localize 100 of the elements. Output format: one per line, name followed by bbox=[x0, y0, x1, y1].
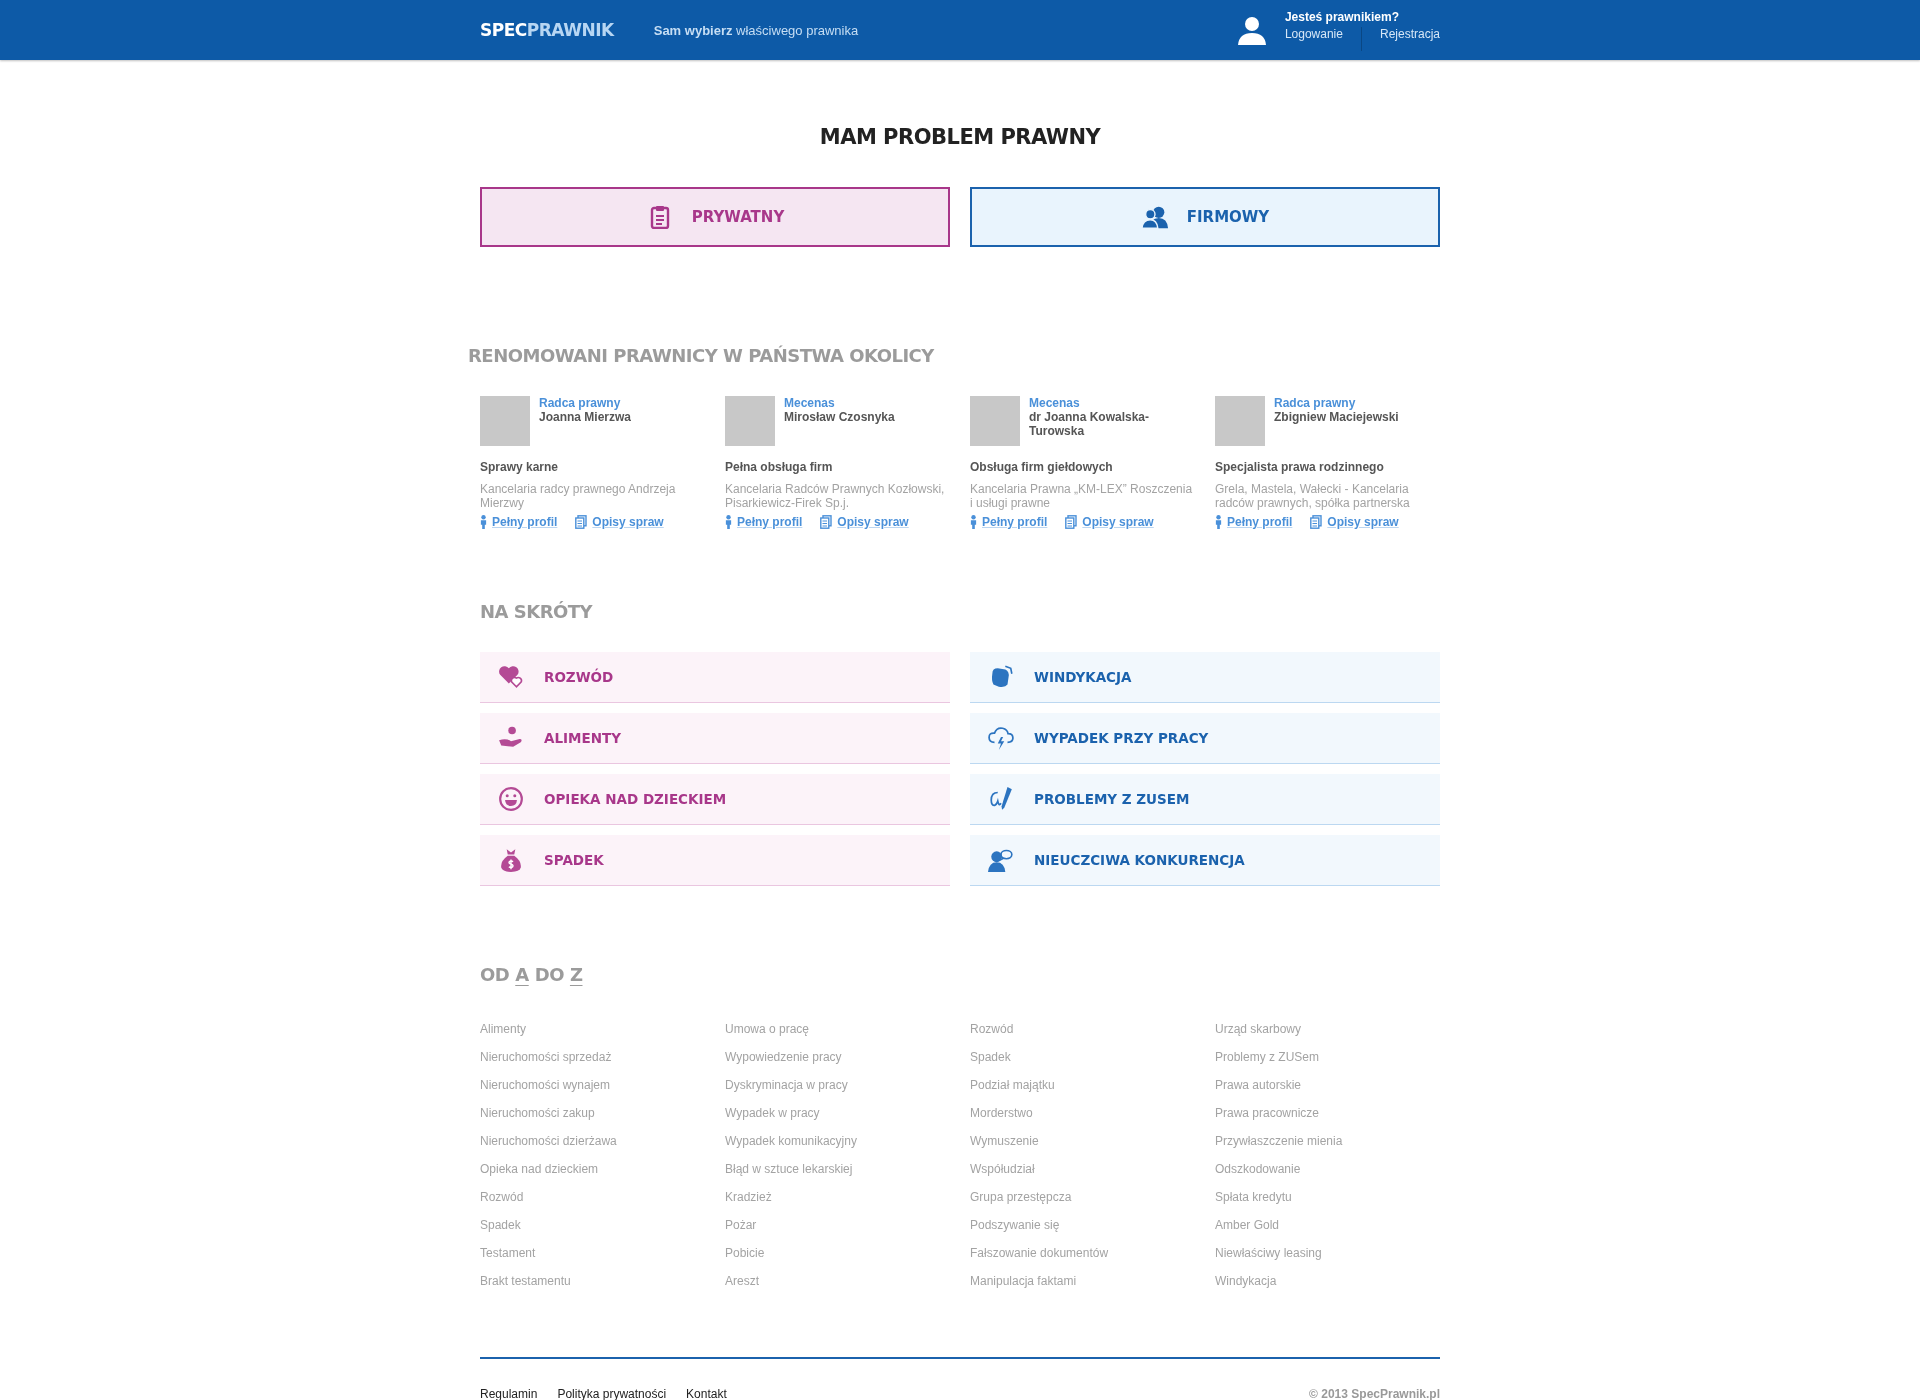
topic-link[interactable]: Testament bbox=[480, 1239, 725, 1267]
topic-link[interactable]: Kradzież bbox=[725, 1183, 970, 1211]
topic-link[interactable]: Spłata kredytu bbox=[1215, 1183, 1460, 1211]
shortcut-item[interactable]: OPIEKA NAD DZIECKIEM bbox=[480, 774, 950, 825]
heading-word: A bbox=[515, 964, 529, 985]
topic-link[interactable]: Rozwód bbox=[970, 1015, 1215, 1043]
tagline: Sam wybierz właściwego prawnika bbox=[653, 22, 859, 38]
lawyer-title: Radca prawny bbox=[1274, 396, 1357, 410]
topic-link[interactable]: Nieruchomości zakup bbox=[480, 1099, 725, 1127]
topic-link[interactable]: Nieruchomości sprzedaż bbox=[480, 1043, 725, 1071]
topic-link[interactable]: Fałszowanie dokumentów bbox=[970, 1239, 1215, 1267]
logo[interactable]: SPECPRAWNIK bbox=[480, 20, 614, 40]
footer-link[interactable]: Polityka prywatności bbox=[557, 1387, 667, 1400]
shortcut-item[interactable]: ALIMENTY bbox=[480, 713, 950, 764]
topic-link[interactable]: Prawa pracownicze bbox=[1215, 1099, 1460, 1127]
section-heading: NA SKRÓTY bbox=[480, 601, 594, 622]
topic-link[interactable]: Spadek bbox=[970, 1043, 1215, 1071]
shortcut-item[interactable]: WYPADEK PRZY PRACY bbox=[970, 713, 1440, 764]
topic-link[interactable]: Nieruchomości wynajem bbox=[480, 1071, 725, 1099]
lawyer-name: Zbigniew Maciejewski bbox=[1274, 410, 1399, 424]
topic-link[interactable]: Odszkodowanie bbox=[1215, 1155, 1460, 1183]
law-firm-name: Kancelaria Prawna „KM-LEX” Roszczenia i usługi prawne bbox=[970, 482, 1194, 510]
smiley-icon bbox=[498, 786, 524, 812]
topic-link[interactable]: Amber Gold bbox=[1215, 1211, 1460, 1239]
photo-placeholder bbox=[725, 396, 775, 446]
heading-word: Z bbox=[569, 964, 583, 985]
lawyer-name: dr Joanna Kowalska-Turowska bbox=[1029, 410, 1151, 438]
cases-link[interactable]: Opisy spraw bbox=[1082, 515, 1154, 529]
topic-link[interactable]: Spadek bbox=[480, 1211, 725, 1239]
people-icon bbox=[1140, 205, 1169, 229]
topic-link[interactable]: Urząd skarbowy bbox=[1215, 1015, 1460, 1043]
profile-link[interactable]: Pełny profil bbox=[737, 515, 803, 529]
hearts-icon bbox=[498, 664, 524, 690]
topic-link[interactable]: Wymuszenie bbox=[970, 1127, 1215, 1155]
topic-link[interactable]: Areszt bbox=[725, 1267, 970, 1295]
lawyer-name: Joanna Mierzwa bbox=[539, 410, 632, 424]
topic-link[interactable]: Opieka nad dzieckiem bbox=[480, 1155, 725, 1183]
pen-signature-icon bbox=[988, 786, 1014, 812]
topic-link[interactable]: Podszywanie się bbox=[970, 1211, 1215, 1239]
profile-link[interactable]: Pełny profil bbox=[492, 515, 558, 529]
person-speech-icon bbox=[988, 847, 1014, 873]
account-link[interactable]: Logowanie bbox=[1284, 26, 1343, 51]
topic-link[interactable]: Grupa przestępcza bbox=[970, 1183, 1215, 1211]
topic-link[interactable]: Wypowiedzenie pracy bbox=[725, 1043, 970, 1071]
footer-link[interactable]: Kontakt bbox=[686, 1387, 727, 1400]
topic-link[interactable]: Windykacja bbox=[1215, 1267, 1460, 1295]
topic-link[interactable]: Niewłaściwy leasing bbox=[1215, 1239, 1460, 1267]
topic-link[interactable]: Nieruchomości dzierżawa bbox=[480, 1127, 725, 1155]
lawyer-title: Mecenas bbox=[1029, 396, 1081, 410]
topic-link[interactable]: Wypadek w pracy bbox=[725, 1099, 970, 1127]
cases-link[interactable]: Opisy spraw bbox=[837, 515, 909, 529]
category-button[interactable]: PRYWATNY bbox=[480, 187, 950, 247]
photo-placeholder bbox=[970, 396, 1020, 446]
person-icon bbox=[480, 515, 487, 529]
footer-link[interactable]: Regulamin bbox=[480, 1387, 538, 1400]
user-icon bbox=[1236, 15, 1267, 45]
shortcut-item[interactable]: SPADEK bbox=[480, 835, 950, 886]
page-title: MAM PROBLEM PRAWNY bbox=[818, 125, 1102, 149]
topic-link[interactable]: Podział majątku bbox=[970, 1071, 1215, 1099]
topic-link[interactable]: Pobicie bbox=[725, 1239, 970, 1267]
document-icon bbox=[1065, 515, 1078, 529]
law-firm-name: Grela, Mastela, Wałecki - Kancelaria radców prawnych, spółka partnerska bbox=[1215, 482, 1411, 510]
category-button[interactable]: FIRMOWY bbox=[970, 187, 1440, 247]
section-heading: RENOMOWANI PRAWNICY W PAŃSTWA OKOLICY bbox=[468, 345, 935, 366]
topic-link[interactable]: Rozwód bbox=[480, 1183, 725, 1211]
profile-link[interactable]: Pełny profil bbox=[1227, 515, 1293, 529]
topic-link[interactable]: Prawa autorskie bbox=[1215, 1071, 1460, 1099]
heading-word: OD bbox=[480, 964, 510, 985]
shortcut-item[interactable]: WINDYKACJA bbox=[970, 652, 1440, 703]
lawyer-specialty: Obsługa firm giełdowych bbox=[970, 460, 1114, 474]
shortcut-item[interactable]: ROZWÓD bbox=[480, 652, 950, 703]
topic-link[interactable]: Przywłaszczenie mienia bbox=[1215, 1127, 1460, 1155]
topic-link[interactable]: Pożar bbox=[725, 1211, 970, 1239]
shortcut-item[interactable]: NIEUCZCIWA KONKURENCJA bbox=[970, 835, 1440, 886]
shortcut-item[interactable]: PROBLEMY Z ZUSEM bbox=[970, 774, 1440, 825]
person-icon bbox=[970, 515, 977, 529]
topic-link[interactable]: Problemy z ZUSem bbox=[1215, 1043, 1460, 1071]
topic-link[interactable]: Morderstwo bbox=[970, 1099, 1215, 1127]
profile-link[interactable]: Pełny profil bbox=[982, 515, 1048, 529]
copyright: © 2013 SpecPrawnik.pl bbox=[1309, 1387, 1440, 1400]
topic-link[interactable]: Manipulacja faktami bbox=[970, 1267, 1215, 1295]
law-firm-name: Kancelaria radcy prawnego Andrzeja Mierzwy bbox=[480, 482, 677, 510]
lawyer-title: Mecenas bbox=[784, 396, 836, 410]
photo-placeholder bbox=[480, 396, 530, 446]
topic-link[interactable]: Dyskryminacja w pracy bbox=[725, 1071, 970, 1099]
cases-link[interactable]: Opisy spraw bbox=[1327, 515, 1399, 529]
topic-link[interactable]: Współudział bbox=[970, 1155, 1215, 1183]
topic-link[interactable]: Błąd w sztuce lekarskiej bbox=[725, 1155, 970, 1183]
law-firm-name: Kancelaria Radców Prawnych Kozłowski, Pisarkiewicz-Firek Sp.j. bbox=[725, 482, 946, 510]
lawyer-title: Radca prawny bbox=[539, 396, 622, 410]
topic-link[interactable]: Brakt testamentu bbox=[480, 1267, 725, 1295]
money-bag-icon bbox=[498, 847, 524, 873]
topic-link[interactable]: Alimenty bbox=[480, 1015, 725, 1043]
cases-link[interactable]: Opisy spraw bbox=[592, 515, 664, 529]
topic-link[interactable]: Wypadek komunikacyjny bbox=[725, 1127, 970, 1155]
lawyer-specialty: Sprawy karne bbox=[480, 460, 560, 474]
account-question: Jesteś prawnikiem? bbox=[1284, 9, 1400, 24]
lawyer-name: Mirosław Czosnyka bbox=[784, 410, 895, 424]
account-link[interactable]: Rejestracja bbox=[1360, 26, 1440, 51]
topic-link[interactable]: Umowa o pracę bbox=[725, 1015, 970, 1043]
